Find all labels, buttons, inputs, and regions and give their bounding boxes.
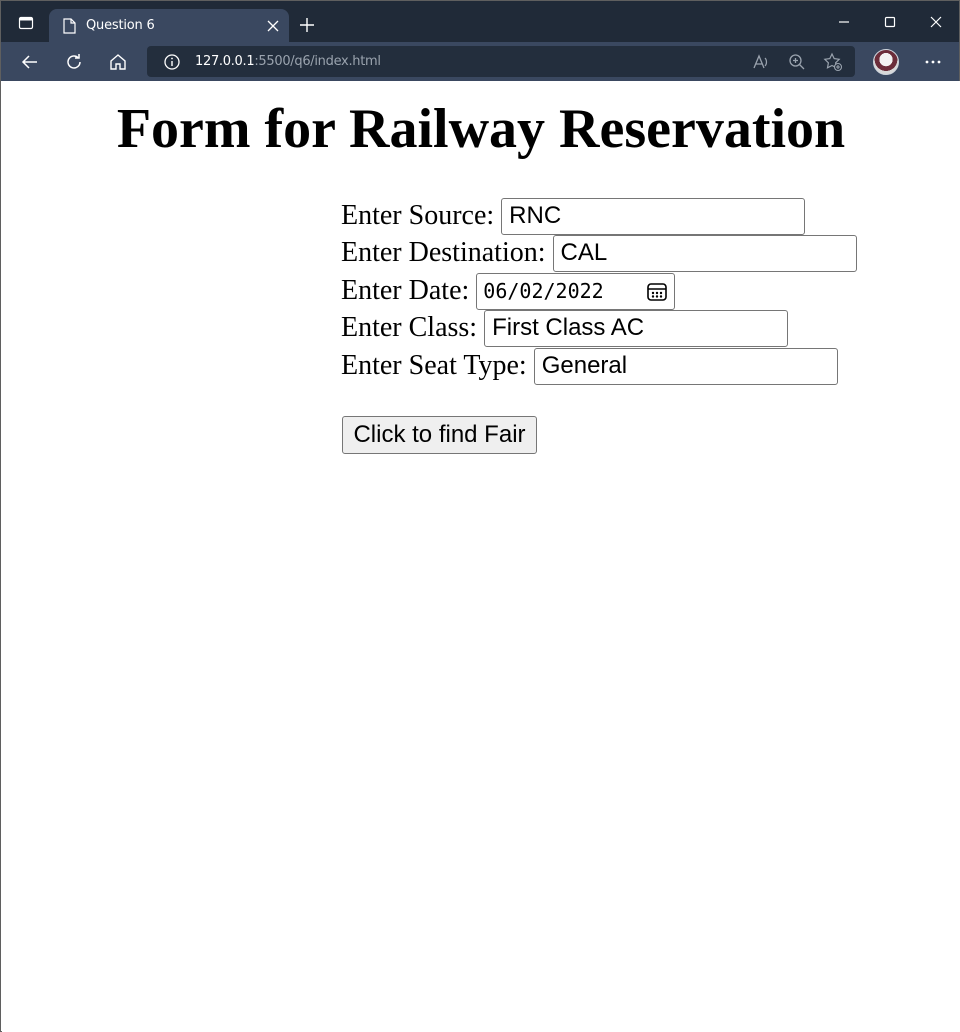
source-input[interactable]: RNC [501, 197, 806, 235]
read-aloud-icon[interactable] [751, 52, 771, 72]
class-row: Enter Class: First Class AC [341, 309, 789, 347]
avatar[interactable] [873, 49, 899, 75]
minimize-icon[interactable] [821, 6, 867, 38]
destination-label: Enter Destination: [341, 237, 546, 268]
seat-type-row: Enter Seat Type: General [341, 347, 838, 385]
source-label: Enter Source: [341, 200, 495, 231]
date-value: 06/02/2022 [483, 279, 604, 303]
destination-row: Enter Destination: CAL [341, 234, 857, 272]
navigation-toolbar: 127.0.0.1:5500/q6/index.html [1, 42, 959, 81]
tab-bar: Question 6 [1, 1, 959, 42]
date-row: Enter Date: 06/02/2022 [341, 272, 676, 310]
url-text[interactable]: 127.0.0.1:5500/q6/index.html [195, 54, 381, 69]
date-label: Enter Date: [341, 275, 470, 306]
favorites-icon[interactable] [823, 52, 843, 72]
calendar-icon[interactable] [646, 281, 668, 303]
page-title: Form for Railway Reservation [116, 98, 846, 160]
page-content: Form for Railway Reservation Enter Sourc… [2, 81, 960, 1032]
more-icon[interactable] [919, 47, 947, 77]
tab-question-6[interactable]: Question 6 [49, 9, 289, 42]
close-icon[interactable] [259, 12, 287, 40]
destination-input[interactable]: CAL [552, 234, 857, 272]
url-path: :5500/q6/index.html [254, 54, 381, 69]
browser-window: Question 6 127.0.0.1:5500/q6/index.html … [0, 0, 960, 1032]
tab-title: Question 6 [86, 18, 155, 33]
tab-actions-icon[interactable] [9, 9, 43, 37]
url-host: 127.0.0.1 [195, 54, 255, 69]
close-window-icon[interactable] [913, 6, 959, 38]
page-icon [61, 17, 77, 34]
zoom-icon[interactable] [787, 52, 807, 72]
maximize-icon[interactable] [867, 6, 913, 38]
home-icon[interactable] [103, 47, 133, 77]
seat-type-label: Enter Seat Type: [341, 350, 527, 381]
plus-icon[interactable] [293, 11, 321, 39]
back-icon[interactable] [15, 47, 45, 77]
seat-type-input[interactable]: General [533, 347, 838, 385]
address-bar[interactable]: 127.0.0.1:5500/q6/index.html [147, 46, 855, 77]
class-input[interactable]: First Class AC [484, 309, 789, 347]
find-fare-button[interactable]: Click to find Fair [342, 416, 537, 454]
info-icon[interactable] [163, 53, 181, 71]
refresh-icon[interactable] [59, 47, 89, 77]
date-input[interactable]: 06/02/2022 [476, 272, 676, 310]
source-row: Enter Source: RNC [341, 197, 806, 235]
class-label: Enter Class: [341, 312, 478, 343]
